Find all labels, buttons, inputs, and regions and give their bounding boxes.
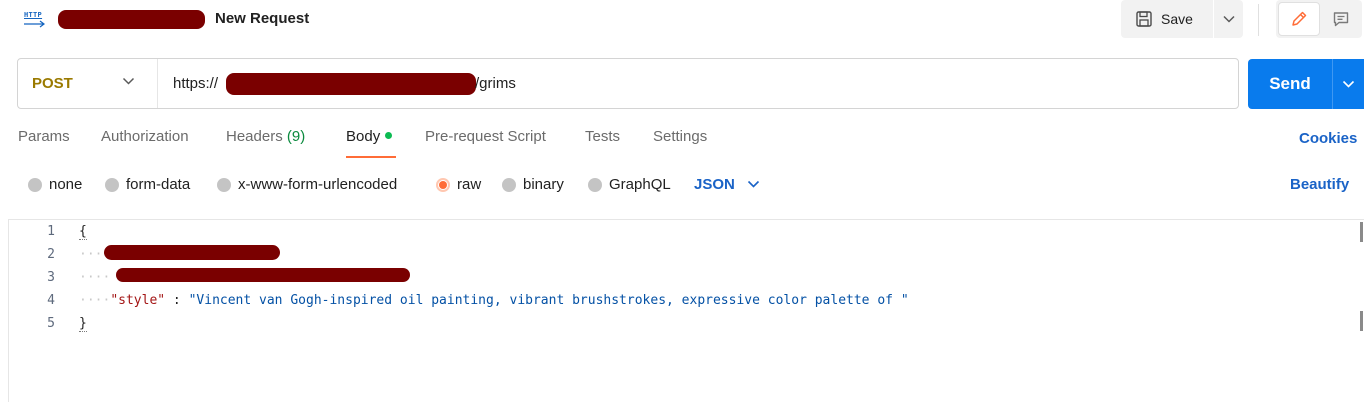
- body-type-binary[interactable]: binary: [502, 176, 564, 193]
- tab-label: Authorization: [101, 128, 189, 145]
- chevron-down-icon: [747, 180, 759, 188]
- code-line-1: {: [79, 224, 87, 240]
- json-key: "style": [110, 293, 166, 308]
- tab-label: Pre-request Script: [425, 128, 546, 145]
- request-header: HTTP New Request Save: [0, 0, 1364, 40]
- body-type-urlencoded[interactable]: x-www-form-urlencoded: [217, 176, 397, 193]
- radio-button[interactable]: [502, 177, 516, 192]
- radio-button-selected[interactable]: [436, 177, 450, 192]
- close-brace: }: [79, 316, 87, 332]
- tab-headers[interactable]: Headers (9): [226, 128, 305, 158]
- http-icon: HTTP: [24, 11, 46, 29]
- scrollbar-marker[interactable]: [1360, 222, 1363, 242]
- scrollbar-marker[interactable]: [1360, 311, 1363, 331]
- radio-button[interactable]: [588, 177, 602, 192]
- body-type-form-data[interactable]: form-data: [105, 176, 190, 193]
- radio-label: GraphQL: [609, 176, 671, 193]
- edit-mode-button[interactable]: [1278, 2, 1320, 36]
- save-button-group: Save: [1121, 0, 1243, 38]
- headers-count-badge: (9): [286, 128, 306, 145]
- radio-label: x-www-form-urlencoded: [238, 176, 398, 193]
- tab-label: Body: [346, 128, 381, 145]
- pencil-icon: [1292, 11, 1307, 26]
- redacted-url-host: [226, 73, 476, 95]
- radio-label: binary: [523, 176, 564, 193]
- tab-params[interactable]: Params: [18, 128, 70, 158]
- comment-icon: [1333, 12, 1349, 27]
- redacted-line-3: [116, 268, 410, 282]
- method-divider: [157, 59, 158, 108]
- request-title[interactable]: New Request: [215, 10, 309, 27]
- url-path[interactable]: /grims: [475, 75, 516, 92]
- redacted-line-2: [104, 245, 280, 260]
- method-label: POST: [32, 75, 73, 92]
- send-button-group: Send: [1248, 59, 1364, 109]
- body-type-raw[interactable]: raw: [436, 176, 481, 193]
- send-options-button[interactable]: [1333, 59, 1364, 109]
- json-string-value: "Vincent van Gogh-inspired oil painting,…: [188, 293, 909, 308]
- chevron-down-icon: [122, 77, 135, 85]
- code-line-4: ····"style" : "Vincent van Gogh-inspired…: [79, 293, 909, 308]
- url-bar: POST https:// /grims: [17, 58, 1239, 109]
- chevron-down-icon: [1222, 15, 1235, 23]
- radio-label: raw: [457, 176, 482, 193]
- save-button[interactable]: Save: [1121, 0, 1213, 38]
- active-tab-underline: [346, 156, 396, 158]
- save-options-button[interactable]: [1214, 0, 1243, 38]
- body-indicator-dot: [385, 132, 393, 139]
- format-select-label: JSON: [694, 176, 735, 193]
- line-number: 5: [47, 316, 55, 331]
- json-separator: :: [165, 293, 189, 308]
- chevron-down-icon: [1342, 80, 1355, 88]
- tab-label: Headers: [226, 128, 283, 145]
- tab-settings[interactable]: Settings: [653, 128, 707, 158]
- radio-label: none: [49, 176, 83, 193]
- tab-tests[interactable]: Tests: [585, 128, 620, 158]
- save-label: Save: [1161, 11, 1193, 27]
- beautify-button[interactable]: Beautify: [1290, 176, 1349, 193]
- comments-button[interactable]: [1322, 2, 1360, 36]
- code-line-3: ····: [79, 270, 111, 285]
- tab-label: Tests: [585, 128, 621, 145]
- line-number: 4: [47, 293, 55, 308]
- header-divider: [1258, 4, 1259, 36]
- format-select[interactable]: JSON: [694, 176, 760, 193]
- radio-label: form-data: [126, 176, 191, 193]
- radio-button[interactable]: [28, 177, 42, 192]
- save-icon: [1136, 11, 1152, 27]
- body-type-graphql[interactable]: GraphQL: [588, 176, 671, 193]
- method-select[interactable]: POST: [18, 59, 157, 108]
- open-brace: {: [79, 224, 87, 240]
- tab-authorization[interactable]: Authorization: [101, 128, 189, 158]
- cookies-link[interactable]: Cookies: [1299, 130, 1357, 147]
- redacted-collection-name: [58, 10, 205, 29]
- radio-button[interactable]: [217, 177, 231, 192]
- tab-label: Settings: [653, 128, 708, 145]
- code-line-5: }: [79, 316, 87, 332]
- radio-button[interactable]: [105, 177, 119, 192]
- code-editor[interactable]: 1 2 3 4 5 { ···· ···· ····"style" : "Vin…: [8, 219, 1364, 402]
- send-button[interactable]: Send: [1248, 59, 1332, 109]
- tab-label: Params: [18, 128, 70, 145]
- tab-body[interactable]: Body: [346, 128, 393, 158]
- url-input[interactable]: https://: [173, 75, 218, 92]
- line-number: 1: [47, 224, 55, 239]
- line-number: 2: [47, 247, 55, 262]
- http-icon-label: HTTP: [24, 11, 43, 19]
- body-type-none[interactable]: none: [28, 176, 82, 193]
- line-number: 3: [47, 270, 55, 285]
- view-mode-toggle: [1276, 0, 1362, 38]
- tab-pre-request-script[interactable]: Pre-request Script: [425, 128, 546, 158]
